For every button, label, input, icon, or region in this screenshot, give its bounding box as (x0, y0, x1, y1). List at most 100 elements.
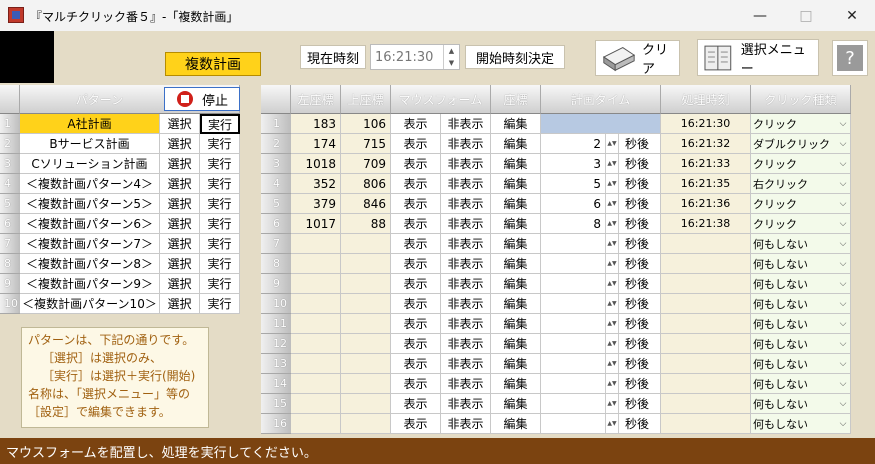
chevron-down-icon[interactable]: ⌵ (836, 334, 850, 353)
pattern-name[interactable]: ＜複数計画パターン8＞ (20, 254, 160, 274)
show-form-button[interactable]: 表示 (391, 154, 441, 174)
edit-coord-button[interactable]: 編集 (491, 294, 541, 314)
plan-seconds-value[interactable]: 6 (541, 197, 605, 211)
click-type-select[interactable]: 何もしない ⌵ (751, 234, 851, 254)
plan-time-cell[interactable]: 3 ▲▼ 秒後 (541, 154, 661, 174)
chevron-down-icon[interactable]: ⌵ (836, 154, 850, 173)
show-form-button[interactable]: 表示 (391, 354, 441, 374)
hide-form-button[interactable]: 非表示 (441, 414, 491, 434)
plan-time-cell[interactable]: 8 ▲▼ 秒後 (541, 214, 661, 234)
pattern-name[interactable]: ＜複数計画パターン6＞ (20, 214, 160, 234)
chevron-down-icon[interactable]: ⌵ (836, 134, 850, 153)
pattern-run-button[interactable]: 実行 (200, 254, 240, 274)
edit-coord-button[interactable]: 編集 (491, 134, 541, 154)
pattern-run-button[interactable]: 実行 (200, 214, 240, 234)
pattern-run-button[interactable]: 実行 (200, 294, 240, 314)
plan-spinner[interactable]: ▲▼ (605, 414, 619, 433)
show-form-button[interactable]: 表示 (391, 114, 441, 134)
start-time-button[interactable]: 開始時刻決定 (465, 45, 565, 69)
plan-spinner[interactable]: ▲▼ (605, 174, 619, 193)
plan-time-cell[interactable] (541, 114, 661, 134)
show-form-button[interactable]: 表示 (391, 194, 441, 214)
time-input[interactable]: 16:21:30 ▲ ▼ (370, 44, 460, 70)
chevron-down-icon[interactable]: ⌵ (836, 214, 850, 233)
pattern-run-button[interactable]: 実行 (200, 234, 240, 254)
plan-spinner[interactable]: ▲▼ (605, 354, 619, 373)
hide-form-button[interactable]: 非表示 (441, 114, 491, 134)
pattern-select-button[interactable]: 選択 (160, 274, 200, 294)
plan-time-cell[interactable]: ▲▼ 秒後 (541, 274, 661, 294)
pattern-select-button[interactable]: 選択 (160, 174, 200, 194)
plan-time-cell[interactable]: ▲▼ 秒後 (541, 334, 661, 354)
plan-spinner[interactable]: ▲▼ (605, 334, 619, 353)
hide-form-button[interactable]: 非表示 (441, 234, 491, 254)
chevron-down-icon[interactable]: ⌵ (836, 294, 850, 313)
hide-form-button[interactable]: 非表示 (441, 394, 491, 414)
chevron-down-icon[interactable]: ⌵ (836, 394, 850, 413)
plan-spinner[interactable]: ▲▼ (605, 134, 619, 153)
chevron-down-icon[interactable]: ⌵ (836, 114, 850, 133)
click-type-select[interactable]: クリック ⌵ (751, 194, 851, 214)
hide-form-button[interactable]: 非表示 (441, 334, 491, 354)
click-type-select[interactable]: 何もしない ⌵ (751, 354, 851, 374)
click-type-select[interactable]: 何もしない ⌵ (751, 394, 851, 414)
plan-spinner[interactable]: ▲▼ (605, 234, 619, 253)
chevron-down-icon[interactable]: ⌵ (836, 234, 850, 253)
pattern-select-button[interactable]: 選択 (160, 254, 200, 274)
chevron-down-icon[interactable]: ⌵ (836, 354, 850, 373)
pattern-select-button[interactable]: 選択 (160, 154, 200, 174)
pattern-select-button[interactable]: 選択 (160, 194, 200, 214)
help-button[interactable]: ? (832, 40, 868, 76)
edit-coord-button[interactable]: 編集 (491, 214, 541, 234)
hide-form-button[interactable]: 非表示 (441, 134, 491, 154)
edit-coord-button[interactable]: 編集 (491, 114, 541, 134)
spin-down-icon[interactable]: ▼ (449, 59, 454, 67)
click-type-select[interactable]: 何もしない ⌵ (751, 274, 851, 294)
plan-time-cell[interactable]: ▲▼ 秒後 (541, 254, 661, 274)
edit-coord-button[interactable]: 編集 (491, 274, 541, 294)
plan-spinner[interactable]: ▲▼ (605, 314, 619, 333)
show-form-button[interactable]: 表示 (391, 214, 441, 234)
edit-coord-button[interactable]: 編集 (491, 334, 541, 354)
pattern-run-button[interactable]: 実行 (200, 174, 240, 194)
pattern-name[interactable]: ＜複数計画パターン4＞ (20, 174, 160, 194)
plan-time-cell[interactable]: 2 ▲▼ 秒後 (541, 134, 661, 154)
hide-form-button[interactable]: 非表示 (441, 154, 491, 174)
hide-form-button[interactable]: 非表示 (441, 274, 491, 294)
plan-time-cell[interactable]: ▲▼ 秒後 (541, 294, 661, 314)
chevron-down-icon[interactable]: ⌵ (836, 314, 850, 333)
hide-form-button[interactable]: 非表示 (441, 254, 491, 274)
pattern-name[interactable]: Bサービス計画 (20, 134, 160, 154)
plan-seconds-value[interactable]: 5 (541, 177, 605, 191)
plan-spinner[interactable]: ▲▼ (605, 274, 619, 293)
chevron-down-icon[interactable]: ⌵ (836, 374, 850, 393)
pattern-run-button[interactable]: 実行 (200, 274, 240, 294)
click-type-select[interactable]: クリック ⌵ (751, 114, 851, 134)
pattern-select-button[interactable]: 選択 (160, 234, 200, 254)
show-form-button[interactable]: 表示 (391, 294, 441, 314)
edit-coord-button[interactable]: 編集 (491, 154, 541, 174)
close-button[interactable]: ✕ (829, 0, 875, 31)
edit-coord-button[interactable]: 編集 (491, 194, 541, 214)
plan-time-cell[interactable]: ▲▼ 秒後 (541, 394, 661, 414)
plan-time-cell[interactable]: 5 ▲▼ 秒後 (541, 174, 661, 194)
minimize-button[interactable]: — (737, 0, 783, 31)
hide-form-button[interactable]: 非表示 (441, 294, 491, 314)
chevron-down-icon[interactable]: ⌵ (836, 174, 850, 193)
plan-time-cell[interactable]: ▲▼ 秒後 (541, 354, 661, 374)
show-form-button[interactable]: 表示 (391, 374, 441, 394)
chevron-down-icon[interactable]: ⌵ (836, 194, 850, 213)
edit-coord-button[interactable]: 編集 (491, 314, 541, 334)
pattern-name[interactable]: ＜複数計画パターン10＞ (20, 294, 160, 314)
chevron-down-icon[interactable]: ⌵ (836, 414, 850, 433)
show-form-button[interactable]: 表示 (391, 414, 441, 434)
plan-seconds-value[interactable]: 8 (541, 217, 605, 231)
plan-time-cell[interactable]: ▲▼ 秒後 (541, 374, 661, 394)
hide-form-button[interactable]: 非表示 (441, 214, 491, 234)
clear-button[interactable]: クリア (595, 40, 680, 77)
pattern-select-button[interactable]: 選択 (160, 214, 200, 234)
pattern-name[interactable]: Cソリューション計画 (20, 154, 160, 174)
click-type-select[interactable]: 右クリック ⌵ (751, 174, 851, 194)
pattern-run-button[interactable]: 実行 (200, 154, 240, 174)
plan-spinner[interactable]: ▲▼ (605, 294, 619, 313)
